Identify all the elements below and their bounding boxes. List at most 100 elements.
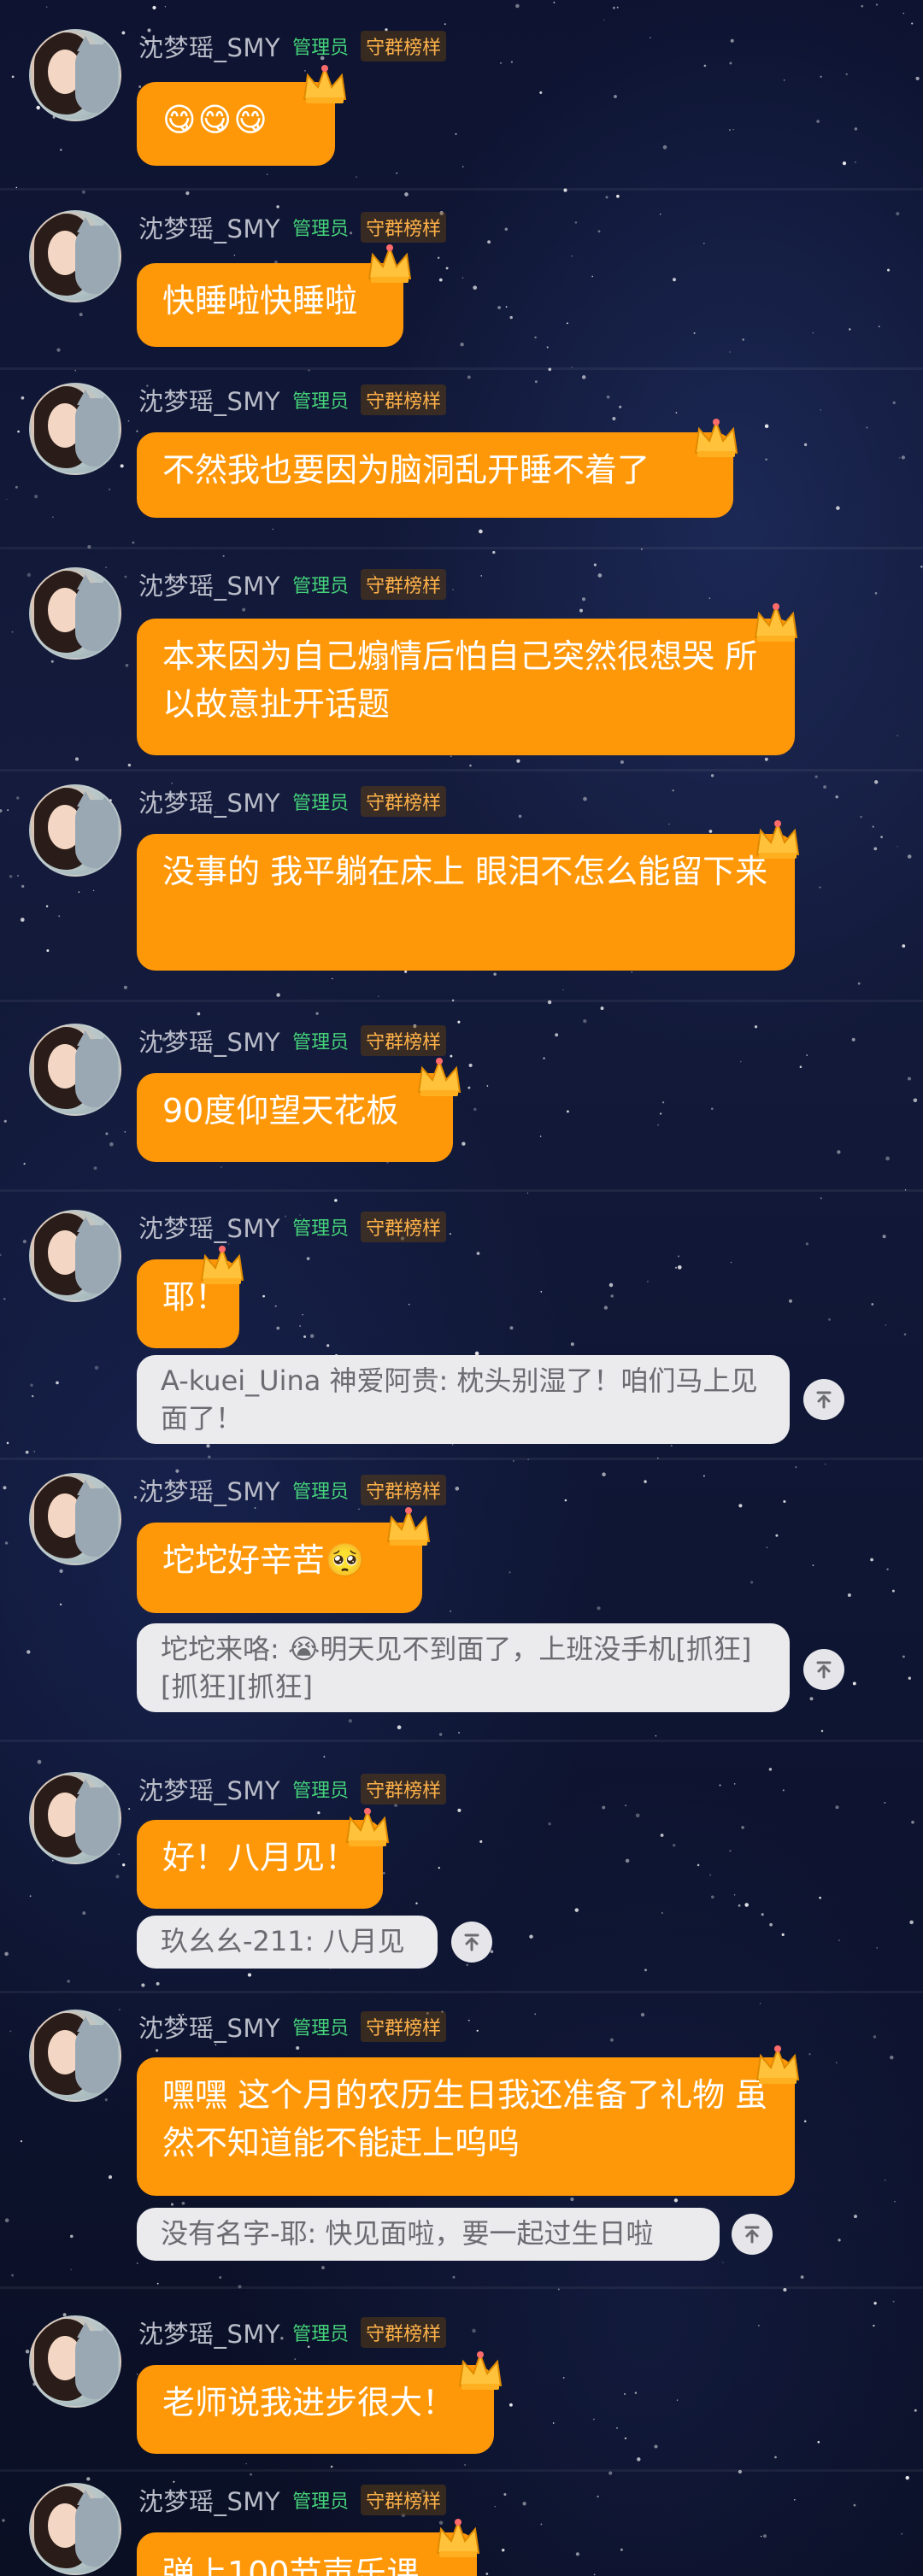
avatar[interactable] [29,1024,121,1116]
avatar[interactable] [29,29,121,121]
star [466,1963,468,1967]
avatar[interactable] [29,2483,121,2575]
star [220,1166,222,1168]
avatar[interactable] [29,567,121,660]
quoted-reply[interactable]: 坨坨来咯: 😭明天见不到面了，上班没手机[抓狂][抓狂][抓狂] [137,1623,790,1712]
reply-top-arrow-icon[interactable] [803,1379,844,1420]
username[interactable]: 沈梦瑶_SMY [138,382,280,418]
star [670,1445,673,1447]
username[interactable]: 沈梦瑶_SMY [138,2482,280,2518]
star [457,1020,461,1024]
username[interactable]: 沈梦瑶_SMY [138,28,280,64]
reply-top-arrow-icon[interactable] [451,1922,492,1963]
username[interactable]: 沈梦瑶_SMY [138,1472,280,1508]
star [616,194,620,198]
avatar[interactable] [29,383,121,475]
avatar[interactable] [29,210,121,302]
star [759,2003,761,2004]
star [497,306,502,309]
message-bubble[interactable]: 弹上100节声乐课 [137,2532,477,2576]
star [847,1593,851,1598]
star [597,2495,599,2498]
message-bubble[interactable]: 不然我也要因为脑洞乱开睡不着了 [137,432,733,518]
star [21,396,25,400]
star [854,2215,857,2219]
star [118,1853,121,1856]
star [871,1303,874,1306]
star [897,735,898,736]
star [479,1840,483,1843]
message-bubble[interactable]: 老师说我进步很大！ [137,2365,494,2454]
star [744,1903,749,1907]
message-bubble[interactable]: 嘿嘿 这个月的农历生日我还准备了礼物 虽然不知道能不能赶上呜呜 [137,2057,795,2196]
star [52,516,54,519]
star [914,2409,917,2412]
username[interactable]: 沈梦瑶_SMY [138,1209,280,1245]
star [872,825,874,828]
star [467,2019,470,2021]
star [909,1920,914,1925]
star [775,1534,779,1537]
avatar[interactable] [29,784,121,877]
avatar[interactable] [29,2315,121,2408]
star [181,2201,185,2205]
message-bubble[interactable]: 本来因为自己煽情后怕自己突然很想哭 所以故意扯开话题 [137,619,795,755]
star [23,1162,26,1165]
star [660,1834,664,1837]
message-bubble[interactable]: 90度仰望天花板 [137,1073,453,1162]
star [493,972,497,976]
username[interactable]: 沈梦瑶_SMY [138,2009,280,2045]
star [625,1804,626,1806]
username[interactable]: 沈梦瑶_SMY [138,209,280,245]
star [92,889,95,892]
star [222,555,225,558]
star [761,1913,764,1916]
star [45,6,48,8]
star [836,506,840,510]
admin-badge: 管理员 [292,1482,350,1503]
star [875,3,879,6]
avatar[interactable] [29,2010,121,2102]
quoted-reply[interactable]: 没有名字-耶: 快见面啦，要一起过生日啦 [137,2208,720,2261]
username[interactable]: 沈梦瑶_SMY [138,566,280,602]
star [74,369,77,372]
star [451,1443,454,1446]
star [156,2282,159,2285]
reply-top-arrow-icon[interactable] [803,1649,844,1690]
star [880,836,883,839]
username[interactable]: 沈梦瑶_SMY [138,2315,280,2350]
star [593,2573,596,2576]
star [625,1858,630,1863]
star [608,1282,614,1288]
message-divider [0,1000,923,1002]
avatar[interactable] [29,1772,121,1864]
quoted-reply[interactable]: 玖幺幺-211: 八月见 [137,1916,438,1969]
star [891,1589,895,1593]
star [121,31,126,35]
reply-text: A-kuei_Uina 神爱阿贵: 枕头别湿了！咱们马上见面了！ [161,1364,758,1435]
star [703,1475,705,1477]
star [783,1499,786,1503]
star [30,1383,33,1387]
star [11,75,15,79]
username[interactable]: 沈梦瑶_SMY [138,1023,280,1059]
message-bubble[interactable]: 坨坨好辛苦🥺 [137,1523,422,1613]
message-text: 坨坨好辛苦🥺 [162,1541,366,1579]
message-bubble[interactable]: 快睡啦快睡啦 [137,263,403,347]
star [219,2276,222,2280]
star [806,1054,808,1056]
username[interactable]: 沈梦瑶_SMY [138,1771,280,1807]
star [562,989,564,991]
star [485,2573,489,2575]
star [593,2418,595,2421]
star [509,2403,513,2407]
star [472,2328,476,2333]
username[interactable]: 沈梦瑶_SMY [138,783,280,819]
message-bubble[interactable]: 没事的 我平躺在床上 眼泪不怎么能留下来 [137,834,795,971]
avatar[interactable] [29,1473,121,1565]
star [3,1486,7,1490]
star [6,498,8,501]
avatar[interactable] [29,1210,121,1302]
reply-top-arrow-icon[interactable] [732,2214,773,2255]
quoted-reply[interactable]: A-kuei_Uina 神爱阿贵: 枕头别湿了！咱们马上见面了！ [137,1355,790,1444]
